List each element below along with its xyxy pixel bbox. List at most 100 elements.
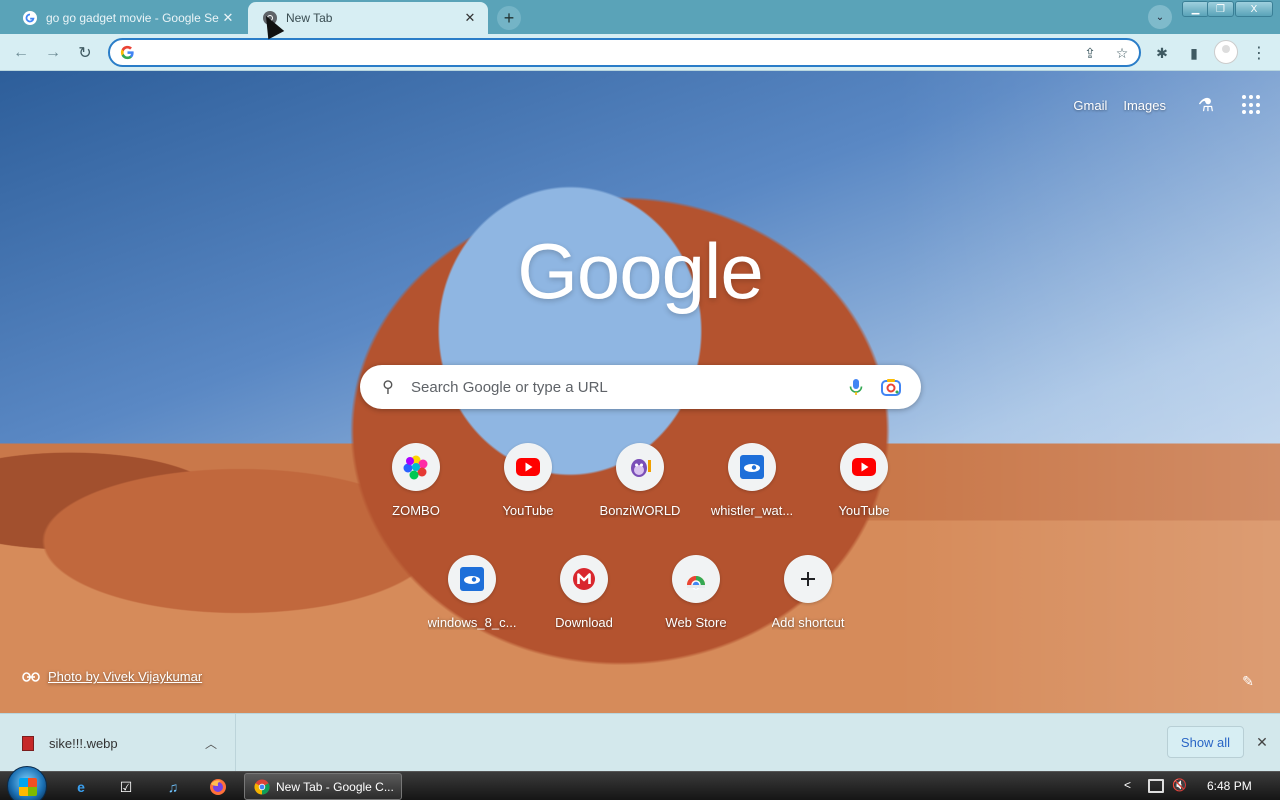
tab-title: New Tab	[286, 11, 333, 25]
shortcut-add[interactable]: Add shortcut	[752, 555, 864, 630]
maximize-button[interactable]: ❐	[1207, 1, 1234, 17]
close-shelf-icon[interactable]: ✕	[1252, 732, 1272, 752]
download-item[interactable]: sike!!!.webp ︿	[0, 714, 236, 772]
ntp-search-box[interactable]: ⚲ Search Google or type a URL	[360, 365, 921, 409]
new-tab-button[interactable]: +	[497, 6, 521, 30]
bonzi-icon	[631, 459, 651, 477]
shortcut-label: Web Store	[665, 615, 727, 630]
address-bar[interactable]: ⇪ ☆	[108, 38, 1141, 67]
shortcut-tile[interactable]	[616, 443, 664, 491]
bookmark-star-icon[interactable]: ☆	[1112, 43, 1132, 63]
extensions-puzzle-icon[interactable]: ✱	[1151, 42, 1173, 64]
shortcut-label: BonziWORLD	[599, 503, 681, 518]
shortcut-tile[interactable]	[784, 555, 832, 603]
webstore-icon	[687, 576, 705, 590]
shortcut-label: YouTube	[838, 503, 890, 518]
shortcut-tile[interactable]	[672, 555, 720, 603]
shortcut-windows8[interactable]: windows_8_c...	[416, 555, 528, 630]
google-g-icon	[120, 45, 134, 60]
volume-muted-icon[interactable]: 🔇	[1172, 778, 1187, 792]
customize-pencil-icon[interactable]: ✎	[1238, 671, 1258, 691]
google-logo: Google	[517, 227, 764, 315]
windows8-icon	[460, 567, 484, 591]
browser-toolbar: ← → ↻ ⇪ ☆ ✱ ▮ ⋮	[0, 34, 1280, 71]
shortcut-label: YouTube	[502, 503, 554, 518]
reload-button[interactable]: ↻	[72, 40, 98, 66]
microphone-icon[interactable]	[846, 377, 866, 397]
internet-explorer-icon[interactable]: e	[71, 777, 91, 797]
search-icon: ⚲	[382, 379, 394, 396]
tab-search-button[interactable]: ⌄	[1148, 5, 1172, 29]
new-tab-page: Gmail Images ⚗ Google ⚲ Search Google or…	[0, 71, 1280, 713]
google-lens-camera-icon[interactable]	[880, 377, 902, 397]
tab-google-search[interactable]: go go gadget movie - Google Se ✕	[8, 2, 246, 34]
shortcuts-row-2: windows_8_c... Download Web Store Add sh…	[0, 555, 1280, 630]
kebab-menu-icon[interactable]: ⋮	[1248, 42, 1270, 64]
tab-strip: go go gadget movie - Google Se ✕ New Tab…	[0, 0, 1280, 34]
tab-close-icon[interactable]: ✕	[462, 10, 478, 26]
shortcut-youtube[interactable]: YouTube	[472, 443, 584, 518]
shortcut-label: ZOMBO	[392, 503, 440, 518]
checkbox-app-icon[interactable]: ☑	[116, 777, 136, 797]
windows-taskbar: e ☑ ♫ New Tab - Google C... < 🔇 6:48 PM	[0, 766, 1280, 800]
mega-icon	[573, 568, 595, 590]
shortcut-bonziworld[interactable]: BonziWORLD	[584, 443, 696, 518]
shortcut-label: Download	[555, 615, 613, 630]
shortcut-tile[interactable]	[840, 443, 888, 491]
photo-credit: Photo by Vivek Vijaykumar	[22, 669, 202, 684]
profile-avatar[interactable]	[1214, 40, 1238, 64]
google-favicon-icon	[23, 11, 37, 25]
network-icon[interactable]	[1148, 779, 1164, 793]
chrome-icon	[254, 779, 270, 794]
shortcut-label: Add shortcut	[771, 615, 845, 630]
download-shelf: sike!!!.webp ︿ Show all ✕	[0, 713, 1280, 772]
tab-new-tab[interactable]: New Tab ✕	[248, 2, 488, 34]
taskbar-window-title: New Tab - Google C...	[276, 779, 394, 794]
zombo-icon	[403, 455, 428, 480]
show-all-button[interactable]: Show all	[1167, 726, 1244, 758]
shortcut-tile[interactable]	[392, 443, 440, 491]
youtube-icon	[516, 458, 540, 476]
youtube-icon	[852, 458, 876, 476]
chevron-up-icon[interactable]: ︿	[201, 735, 221, 752]
shortcut-web-store[interactable]: Web Store	[640, 555, 752, 630]
google-apps-grid-icon[interactable]	[1242, 95, 1262, 115]
firefox-logo-icon	[210, 779, 226, 795]
side-panel-icon[interactable]: ▮	[1183, 42, 1205, 64]
tab-close-icon[interactable]: ✕	[220, 10, 236, 26]
images-link[interactable]: Images	[1123, 98, 1166, 113]
shortcut-tile[interactable]	[504, 443, 552, 491]
shortcut-whistler[interactable]: whistler_wat...	[696, 443, 808, 518]
shortcut-tile[interactable]	[560, 555, 608, 603]
shortcut-youtube-2[interactable]: YouTube	[808, 443, 920, 518]
photo-credit-link[interactable]: Photo by Vivek Vijaykumar	[48, 669, 202, 684]
gmail-link[interactable]: Gmail	[1073, 98, 1107, 113]
shortcut-tile[interactable]	[448, 555, 496, 603]
link-icon	[22, 671, 40, 682]
shortcut-download[interactable]: Download	[528, 555, 640, 630]
tray-overflow-icon[interactable]: <	[1124, 778, 1131, 792]
forward-button[interactable]: →	[40, 40, 66, 66]
labs-flask-icon[interactable]: ⚗	[1194, 93, 1218, 117]
close-window-button[interactable]: X	[1235, 1, 1273, 17]
shortcut-label: whistler_wat...	[710, 503, 794, 518]
music-player-icon[interactable]: ♫	[163, 777, 183, 797]
shortcut-label: windows_8_c...	[427, 615, 517, 630]
plus-icon	[801, 572, 815, 586]
clock[interactable]: 6:48 PM	[1207, 779, 1252, 793]
back-button[interactable]: ←	[8, 40, 34, 66]
tab-title: go go gadget movie - Google Se	[46, 11, 219, 25]
whistler-icon	[740, 455, 764, 479]
start-button[interactable]	[7, 766, 47, 800]
top-links: Gmail Images ⚗	[1073, 93, 1262, 117]
minimize-button[interactable]: ▁	[1182, 1, 1209, 17]
shortcut-tile[interactable]	[728, 443, 776, 491]
firefox-icon[interactable]	[208, 777, 228, 797]
image-file-icon	[22, 735, 34, 751]
shortcut-zombo[interactable]: ZOMBO	[360, 443, 472, 518]
download-filename: sike!!!.webp	[49, 735, 118, 751]
search-placeholder[interactable]: Search Google or type a URL	[411, 379, 608, 396]
taskbar-chrome-window[interactable]: New Tab - Google C...	[244, 773, 402, 800]
share-icon[interactable]: ⇪	[1080, 43, 1100, 63]
shortcuts-row-1: ZOMBO YouTube BonziWORLD whistler_wat...…	[0, 443, 1280, 518]
